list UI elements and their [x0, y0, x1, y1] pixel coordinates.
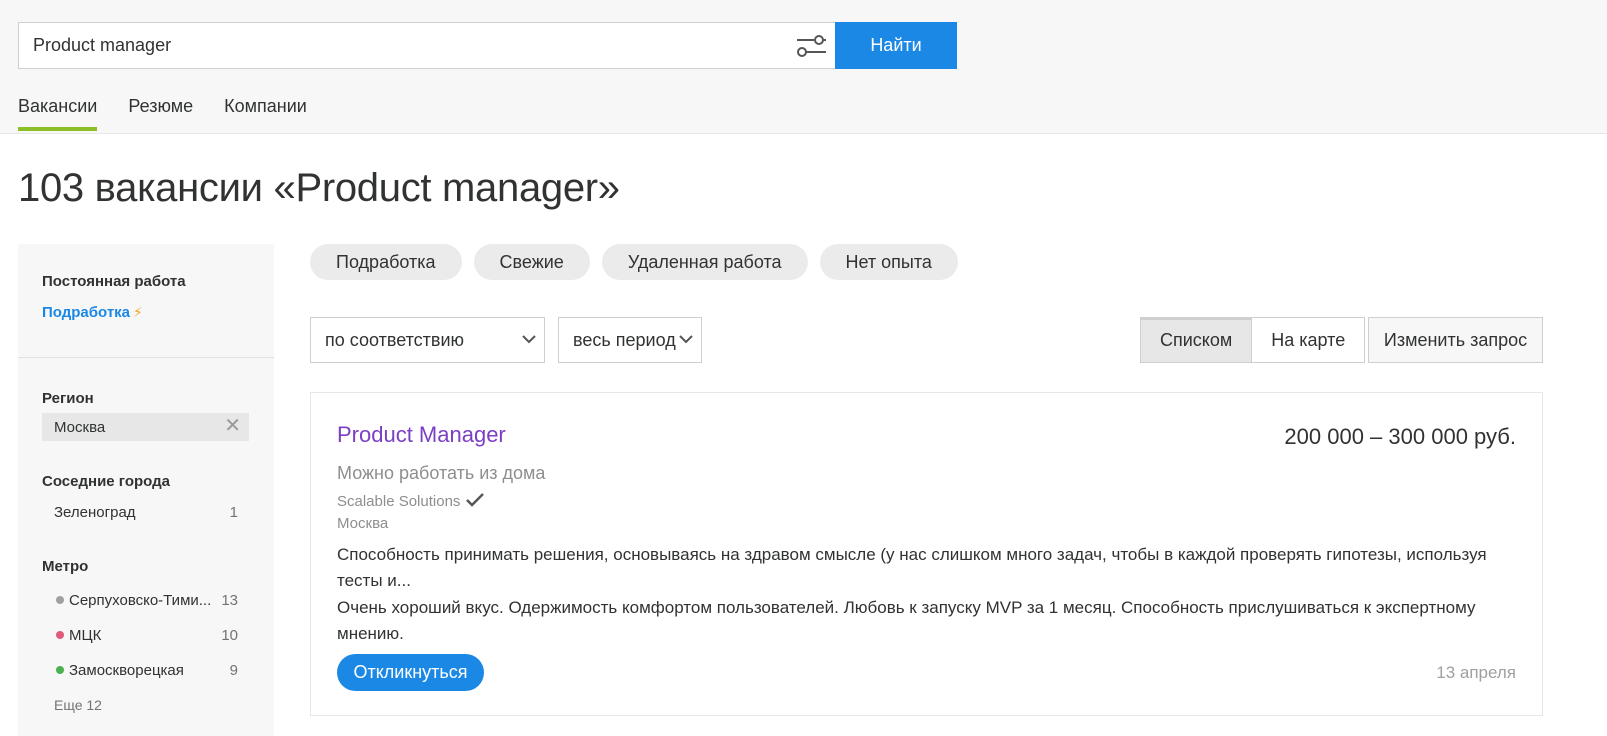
sidebar-divider: [18, 357, 274, 358]
quick-filter-no-experience[interactable]: Нет опыта: [819, 244, 958, 280]
vacancy-date: 13 апреля: [1436, 663, 1516, 682]
metro-item[interactable]: Замоскворецкая 9: [56, 662, 238, 682]
close-icon[interactable]: ✕: [224, 416, 241, 436]
region-heading: Регион: [42, 390, 94, 407]
vacancy-company-name: Scalable Solutions: [337, 493, 461, 510]
search-box: [18, 22, 835, 69]
apply-button[interactable]: Откликнуться: [337, 654, 484, 691]
more-metro-link[interactable]: Еще 12: [54, 697, 102, 713]
nearby-item-name: Зеленоград: [54, 504, 136, 521]
metro-item-label: Серпуховско-Тими...: [69, 592, 212, 609]
period-value: весь период: [573, 330, 676, 350]
metro-line-dot: [56, 631, 64, 639]
period-select[interactable]: весь период: [558, 317, 702, 363]
nearby-item-count: 1: [229, 504, 238, 521]
metro-item-name: Серпуховско-Тими...: [56, 592, 211, 609]
metro-item-count: 13: [221, 592, 238, 609]
nearby-heading: Соседние города: [42, 473, 170, 490]
metro-item-name: МЦК: [56, 627, 101, 644]
top-bar: Найти Вакансии Резюме Компании: [0, 0, 1607, 134]
metro-item[interactable]: МЦК 10: [56, 627, 238, 647]
sliders-icon[interactable]: [795, 32, 827, 60]
vacancy-salary: 200 000 – 300 000 руб.: [1284, 424, 1516, 449]
page-title: 103 вакансии «Product manager»: [18, 166, 620, 210]
metro-item-count: 10: [221, 627, 238, 644]
vacancy-description-1: Способность принимать решения, основывая…: [337, 545, 1487, 590]
metro-line-dot: [56, 596, 64, 604]
quick-filters: Подработка Свежие Удаленная работа Нет о…: [310, 244, 970, 280]
vacancy-title-link[interactable]: Product Manager: [337, 422, 506, 448]
chevron-down-icon: [679, 335, 693, 344]
vacancy-card: Product Manager 200 000 – 300 000 руб. М…: [310, 392, 1543, 716]
vacancy-description-2: Очень хороший вкус. Одержимость комфорто…: [337, 598, 1476, 643]
chevron-down-icon: [522, 335, 536, 344]
quick-filter-remote[interactable]: Удаленная работа: [601, 244, 808, 280]
sort-order-value: по соответствию: [325, 330, 465, 350]
search-button[interactable]: Найти: [835, 22, 957, 69]
metro-item[interactable]: Серпуховско-Тими... 13: [56, 592, 238, 612]
metro-item-label: МЦК: [69, 627, 102, 644]
metro-heading: Метро: [42, 558, 89, 575]
map-view-button[interactable]: На карте: [1252, 317, 1366, 363]
view-toggle: Списком На карте: [1140, 317, 1366, 363]
employment-heading: Постоянная работа: [42, 273, 186, 290]
search-input[interactable]: [19, 23, 779, 68]
parttime-link[interactable]: Подработка ⚡: [42, 304, 143, 321]
metro-item-count: 9: [229, 662, 238, 679]
sort-order-select[interactable]: по соответствию: [310, 317, 545, 363]
sidebar: Постоянная работа Подработка ⚡ Регион Мос…: [18, 244, 274, 736]
quick-filter-parttime[interactable]: Подработка: [310, 244, 462, 280]
nearby-item[interactable]: Зеленоград 1: [54, 504, 238, 524]
tab-vacancies[interactable]: Вакансии: [18, 96, 98, 131]
region-chip: Москва ✕: [42, 413, 249, 441]
tab-resumes[interactable]: Резюме: [128, 96, 193, 131]
parttime-link-label: Подработка: [42, 304, 131, 321]
tab-companies[interactable]: Компании: [224, 96, 307, 131]
nav-tabs: Вакансии Резюме Компании: [18, 96, 338, 134]
change-query-button[interactable]: Изменить запрос: [1368, 317, 1543, 363]
metro-item-name: Замоскворецкая: [56, 662, 184, 679]
lightning-icon: ⚡: [133, 304, 143, 320]
metro-line-dot: [56, 666, 64, 674]
vacancy-city: Москва: [337, 515, 389, 532]
region-value: Москва: [54, 419, 106, 436]
vacancy-company-link[interactable]: Scalable Solutions: [337, 492, 485, 510]
list-view-button[interactable]: Списком: [1140, 317, 1253, 363]
quick-filter-fresh[interactable]: Свежие: [473, 244, 590, 280]
checkmark-icon: [466, 493, 485, 507]
metro-item-label: Замоскворецкая: [69, 662, 184, 679]
vacancy-remote-label: Можно работать из дома: [337, 463, 546, 483]
